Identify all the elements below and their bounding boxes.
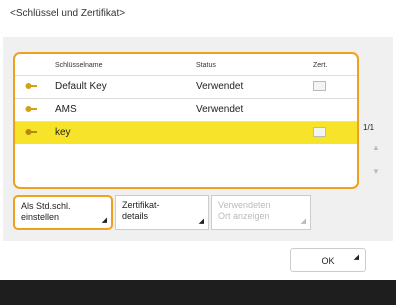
button-label-line1: Als Std.schl. xyxy=(21,201,71,211)
key-list: Schlüsselname Status Zert. Default Key V… xyxy=(13,52,359,189)
corner-arrow-icon: ◢ xyxy=(353,254,359,261)
column-header-cert: Zert. xyxy=(313,62,328,69)
ok-label: OK xyxy=(321,256,335,266)
certificate-details-button[interactable]: Zertifikat- details ◢ xyxy=(115,195,209,230)
key-row-key[interactable]: key xyxy=(15,121,357,144)
button-label-line1: Zertifikat- xyxy=(122,200,160,210)
key-icon xyxy=(25,129,37,135)
corner-arrow-icon: ◢ xyxy=(198,218,204,225)
column-header-status: Status xyxy=(196,62,216,69)
scroll-up-button[interactable]: ▲ xyxy=(365,137,387,159)
key-name: key xyxy=(55,127,71,138)
key-name: Default Key xyxy=(55,81,107,92)
key-status: Verwendet xyxy=(196,104,244,115)
key-icon xyxy=(25,83,37,89)
list-header: Schlüsselname Status Zert. xyxy=(15,54,357,75)
button-label-line2: einstellen xyxy=(21,212,60,222)
certificate-icon xyxy=(313,127,326,137)
page-title: <Schlüssel und Zertifikat> xyxy=(10,8,126,19)
button-label-line1: Verwendeten xyxy=(218,200,271,210)
key-icon xyxy=(25,106,37,112)
button-label-line2: Ort anzeigen xyxy=(218,211,270,221)
ok-button[interactable]: OK ◢ xyxy=(290,248,366,272)
key-row-ams[interactable]: AMS Verwendet xyxy=(15,98,357,121)
show-used-location-button[interactable]: Verwendeten Ort anzeigen ◢ xyxy=(211,195,311,230)
corner-arrow-icon: ◢ xyxy=(300,218,306,225)
content-panel: Schlüsselname Status Zert. Default Key V… xyxy=(3,37,393,241)
page-indicator: 1/1 xyxy=(363,123,375,132)
corner-arrow-icon: ◢ xyxy=(101,217,107,224)
button-label-line2: details xyxy=(122,211,149,221)
key-name: AMS xyxy=(55,104,77,115)
column-header-name: Schlüsselname xyxy=(55,62,103,69)
set-default-key-button[interactable]: Als Std.schl. einstellen ◢ xyxy=(13,195,113,230)
footer-bar xyxy=(0,280,396,305)
key-status: Verwendet xyxy=(196,81,244,92)
key-row-default-key[interactable]: Default Key Verwendet xyxy=(15,75,357,98)
scroll-down-button[interactable]: ▼ xyxy=(365,161,387,183)
certificate-icon xyxy=(313,81,326,91)
